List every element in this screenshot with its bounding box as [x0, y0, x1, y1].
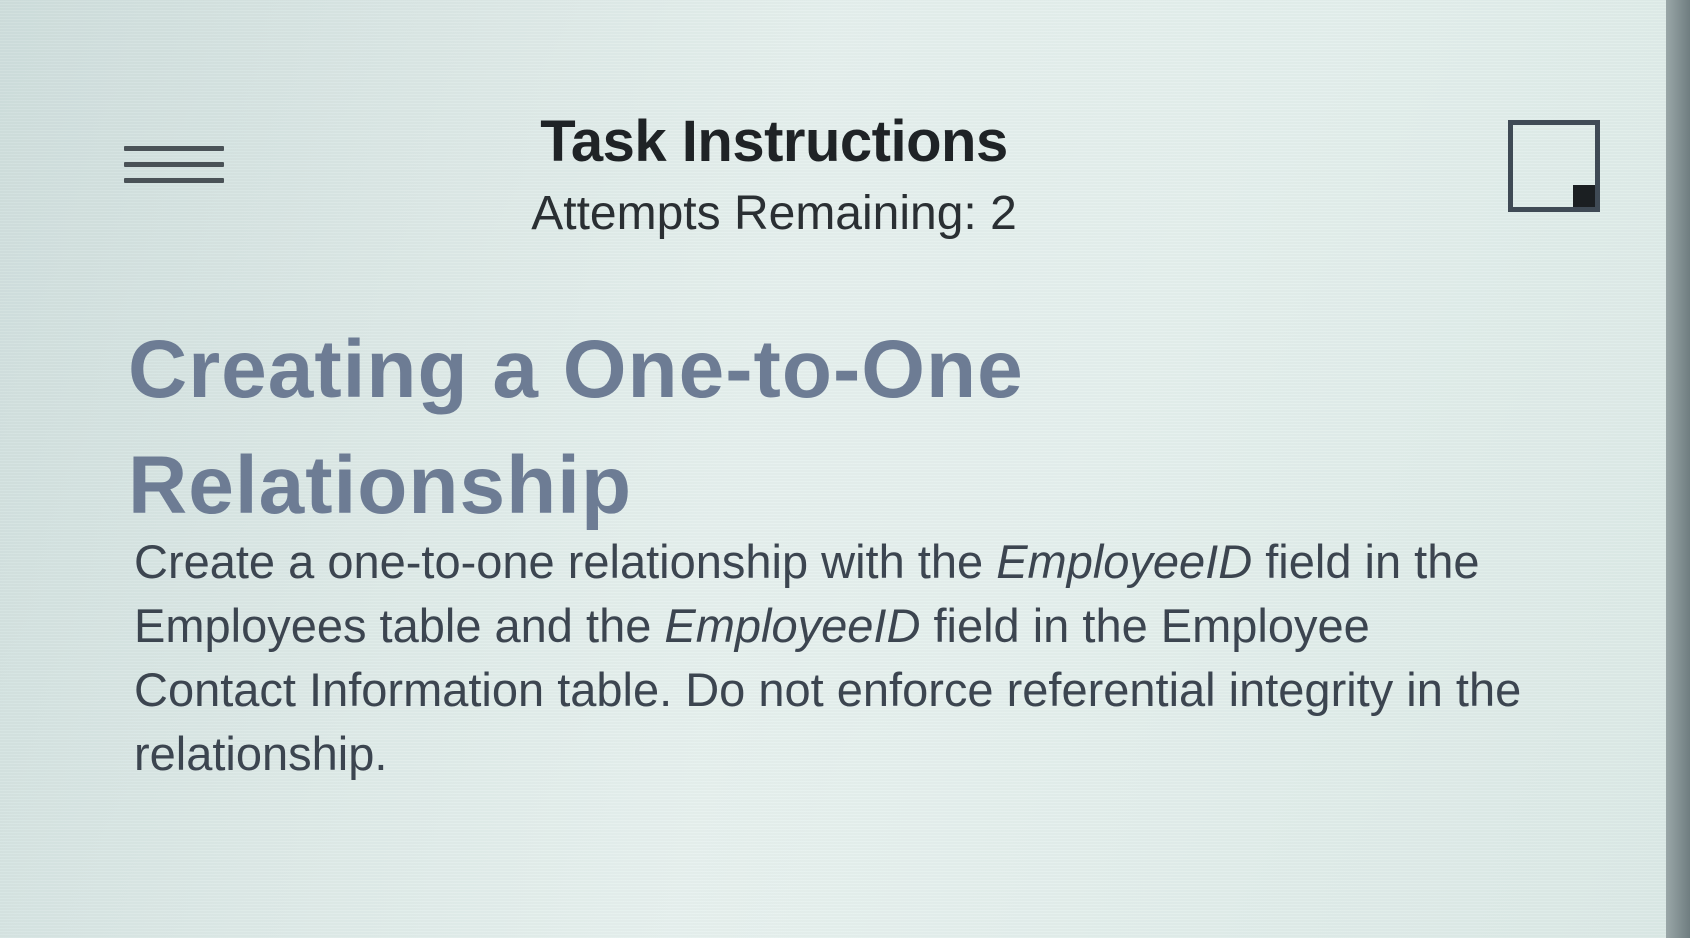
task-instructions-panel: Task Instructions Attempts Remaining: 2 … [0, 0, 1690, 938]
task-instructions-text: Create a one-to-one relationship with th… [134, 530, 1524, 786]
window-edge [1666, 0, 1690, 938]
panel-title: Task Instructions [540, 109, 1008, 174]
attempts-remaining: Attempts Remaining: 2 [531, 187, 1017, 240]
menu-button[interactable] [124, 146, 224, 198]
field-name-employeeid-2: EmployeeID [664, 599, 921, 652]
instructions-part-1: Create a one-to-one relationship with th… [134, 535, 997, 588]
field-name-employeeid: EmployeeID [996, 535, 1253, 588]
expand-button[interactable] [1508, 120, 1600, 212]
task-heading: Creating a One-to-One Relationship [128, 324, 1024, 531]
expand-window-icon[interactable] [1573, 185, 1595, 207]
